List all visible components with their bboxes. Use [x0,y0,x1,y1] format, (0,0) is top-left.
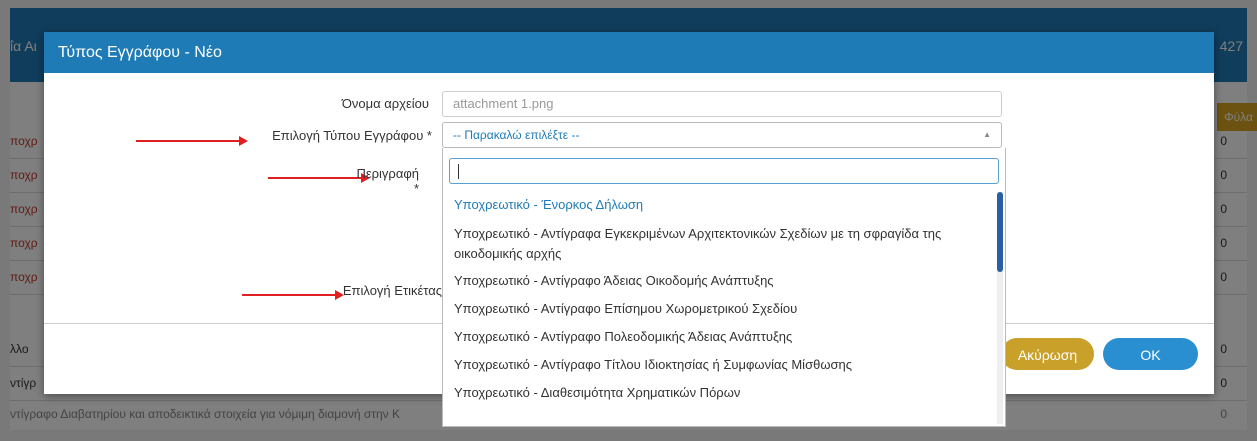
filename-label: Όνομα αρχείου [341,96,429,111]
dropdown-option[interactable]: Υποχρεωτικό - Αντίγραφο Πολεοδομικής Άδε… [443,324,995,352]
dropdown-option[interactable]: Υποχρεωτικό - Ένορκος Δήλωση [443,192,995,220]
red-arrow-icon [136,136,248,146]
doctype-selected-value: -- Παρακαλώ επιλέξτε -- [453,128,580,142]
cancel-button[interactable]: Ακύρωση [1001,338,1094,370]
caret-up-icon: ▲ [983,130,991,139]
description-label: Περιγραφή * [356,166,419,196]
dropdown-option[interactable]: Υποχρεωτικό - Αντίγραφο Τίτλου Ιδιοκτησί… [443,352,995,380]
dropdown-option[interactable]: Υποχρεωτικό - Αντίγραφο Άδειας Οικοδομής… [443,268,995,296]
ok-button[interactable]: OK [1103,338,1198,370]
dropdown-option-list: Υποχρεωτικό - Ένορκος Δήλωση Υποχρεωτικό… [443,192,995,408]
dropdown-option[interactable]: Υποχρεωτικό - Αντίγραφα Εγκεκριμένων Αρχ… [443,220,995,268]
dropdown-option[interactable]: Υποχρεωτικό - Διαθεσιμότητα Χρηματικών Π… [443,380,995,408]
dropdown-scrollbar[interactable] [997,192,1003,424]
text-cursor [458,164,459,179]
dropdown-search-input[interactable] [449,158,999,184]
scrollbar-thumb[interactable] [997,192,1003,272]
red-arrow-icon [242,290,344,300]
dropdown-option[interactable]: Υποχρεωτικό - Αντίγραφο Επίσημου Χωρομετ… [443,296,995,324]
doctype-dropdown: Υποχρεωτικό - Ένορκος Δήλωση Υποχρεωτικό… [442,148,1006,427]
red-arrow-icon [268,173,370,183]
doctype-label: Επιλογή Τύπου Εγγράφου * [272,128,432,143]
filename-field[interactable]: attachment 1.png [442,91,1002,117]
modal-title: Τύπος Εγγράφου - Νέο [44,32,1214,73]
doctype-select[interactable]: -- Παρακαλώ επιλέξτε -- ▲ [442,122,1002,148]
tag-label: Επιλογή Ετικέτας [342,283,442,298]
